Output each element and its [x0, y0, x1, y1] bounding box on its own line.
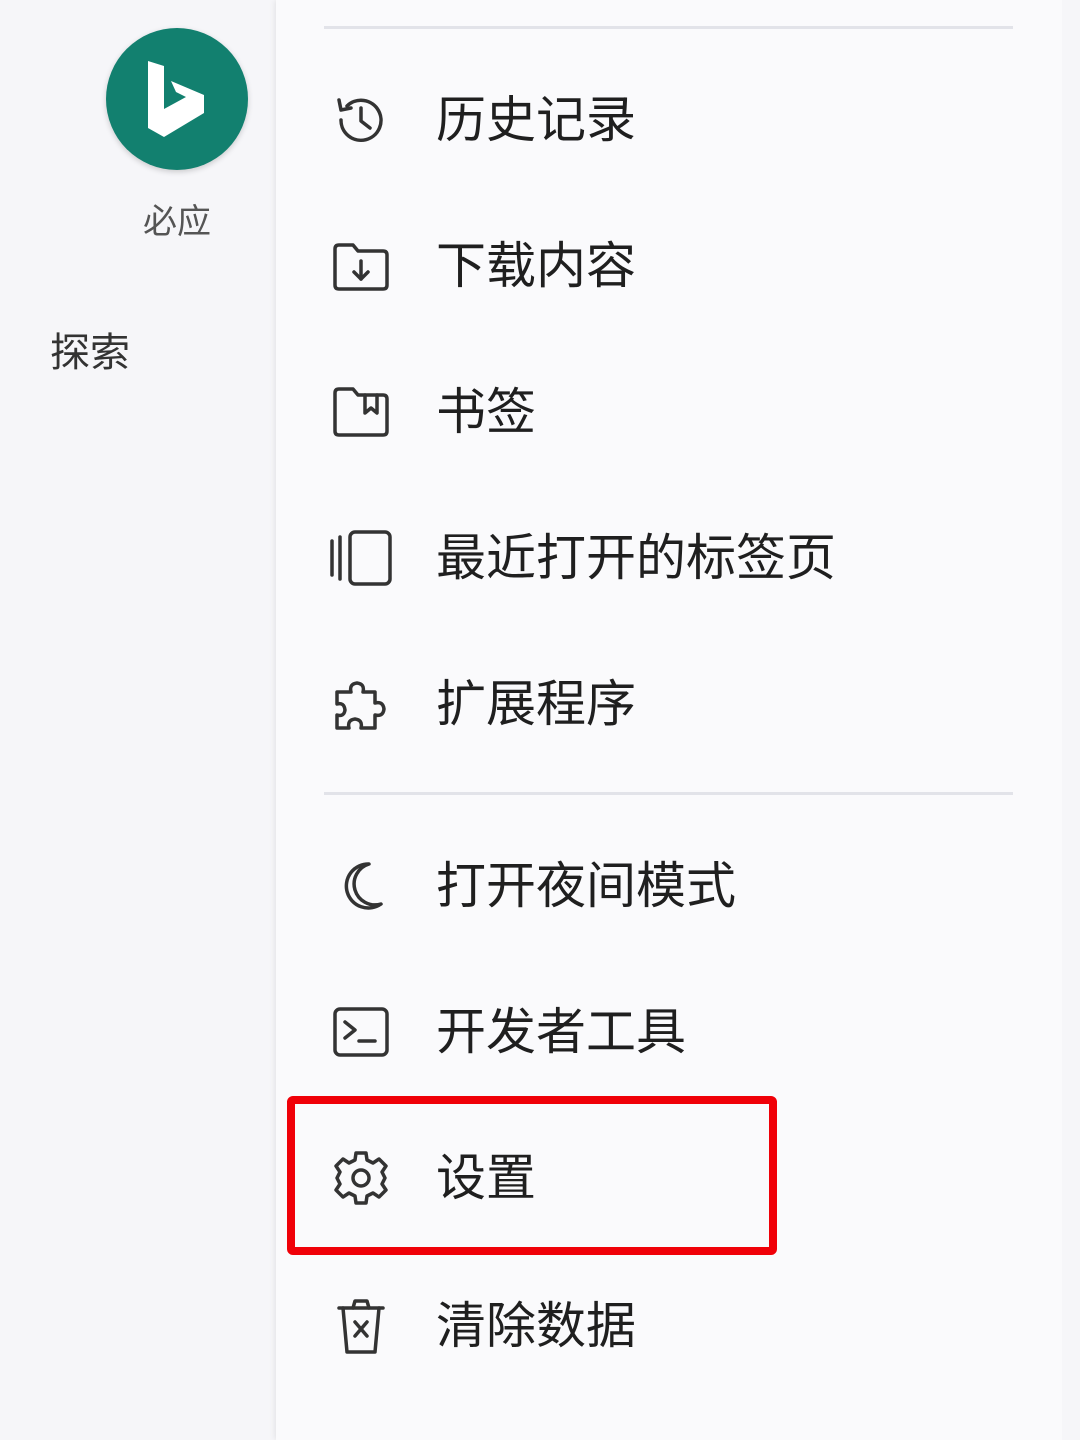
menu-item-extensions[interactable]: 扩展程序 [324, 634, 1014, 774]
menu-item-label: 下载内容 [436, 237, 636, 295]
left-pane: 必应 探索 [0, 0, 276, 1440]
extension-puzzle-icon [324, 674, 398, 734]
menu-item-label: 书签 [436, 383, 536, 441]
trash-icon [324, 1296, 398, 1356]
history-icon [324, 90, 398, 150]
menu-item-label: 最近打开的标签页 [436, 529, 836, 587]
bookmark-icon [324, 382, 398, 442]
menu-divider-middle [324, 792, 1013, 795]
moon-icon [324, 856, 398, 916]
explore-label[interactable]: 探索 [50, 320, 130, 378]
app-name[interactable]: 必应 [106, 194, 248, 243]
menu-item-label: 清除数据 [436, 1297, 636, 1355]
right-edge [1062, 0, 1080, 1440]
menu-item-label: 开发者工具 [436, 1003, 686, 1061]
menu-item-label: 扩展程序 [436, 675, 636, 733]
menu-item-history[interactable]: 历史记录 [324, 50, 1014, 190]
menu-item-clear-data[interactable]: 清除数据 [324, 1256, 1014, 1396]
menu-divider-top [324, 26, 1013, 29]
settings-highlight-box [287, 1096, 777, 1255]
menu-item-label: 打开夜间模式 [436, 857, 736, 915]
bing-logo-icon[interactable] [106, 28, 248, 170]
menu-item-downloads[interactable]: 下载内容 [324, 196, 1014, 336]
menu-item-night-mode[interactable]: 打开夜间模式 [324, 816, 1014, 956]
menu-item-developer-tools[interactable]: 开发者工具 [324, 962, 1014, 1102]
download-folder-icon [324, 236, 398, 296]
menu-item-label: 历史记录 [436, 91, 636, 149]
recent-tabs-icon [324, 528, 398, 588]
terminal-icon [324, 1002, 398, 1062]
menu-item-recent-tabs[interactable]: 最近打开的标签页 [324, 488, 1014, 628]
menu-item-bookmarks[interactable]: 书签 [324, 342, 1014, 482]
